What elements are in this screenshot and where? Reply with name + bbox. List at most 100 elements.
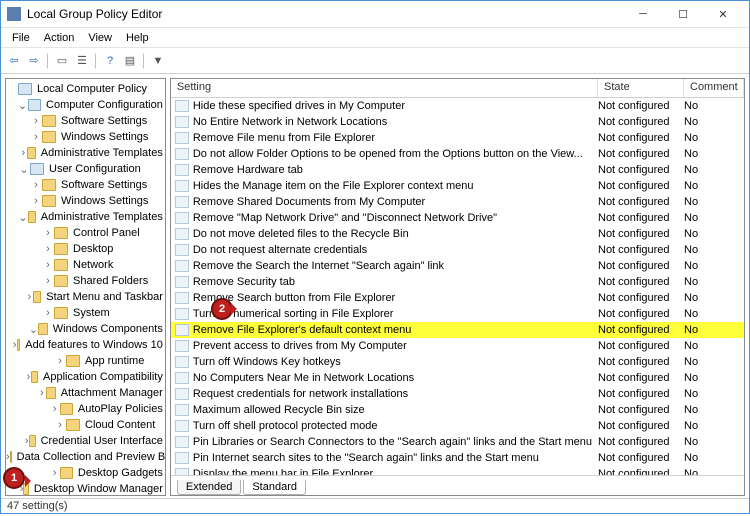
twist-icon[interactable]: › bbox=[26, 291, 33, 303]
list-row[interactable]: No Entire Network in Network LocationsNo… bbox=[171, 114, 744, 130]
tree-item[interactable]: › Windows Settings bbox=[6, 129, 165, 145]
twist-icon[interactable]: ⌄ bbox=[29, 323, 38, 336]
folder-icon bbox=[28, 211, 36, 223]
close-button[interactable]: ✕ bbox=[703, 2, 743, 27]
list-row[interactable]: Turn off numerical sorting in File Explo… bbox=[171, 306, 744, 322]
tree-item[interactable]: ›Start Menu and Taskbar bbox=[6, 289, 165, 305]
list-row[interactable]: Do not allow Folder Options to be opened… bbox=[171, 146, 744, 162]
list-row[interactable]: Remove Shared Documents from My Computer… bbox=[171, 194, 744, 210]
twist-icon[interactable]: ⌄ bbox=[18, 211, 27, 224]
tree-item[interactable]: ›App runtime bbox=[6, 353, 165, 369]
twist-icon[interactable]: › bbox=[30, 179, 42, 191]
list-row[interactable]: Turn off Windows Key hotkeysNot configur… bbox=[171, 354, 744, 370]
twist-icon[interactable]: › bbox=[38, 387, 46, 399]
setting-icon bbox=[175, 452, 189, 464]
menu-action[interactable]: Action bbox=[37, 30, 82, 46]
maximize-button[interactable]: ☐ bbox=[663, 2, 703, 27]
twist-icon[interactable]: ⌄ bbox=[18, 163, 30, 176]
twist-icon[interactable]: › bbox=[30, 195, 42, 207]
twist-icon[interactable]: › bbox=[54, 355, 66, 367]
twist-icon[interactable]: ⌄ bbox=[17, 99, 28, 112]
properties-icon[interactable]: ▤ bbox=[121, 52, 139, 70]
twist-icon[interactable]: › bbox=[20, 147, 27, 159]
twist-icon[interactable]: › bbox=[42, 259, 54, 271]
list-header[interactable]: Setting State Comment bbox=[171, 79, 744, 98]
col-setting[interactable]: Setting bbox=[171, 79, 598, 97]
tree-item[interactable]: ›Shared Folders bbox=[6, 273, 165, 289]
twist-icon[interactable]: › bbox=[54, 419, 66, 431]
list-row[interactable]: Hides the Manage item on the File Explor… bbox=[171, 178, 744, 194]
list-row[interactable]: Remove Hardware tabNot configuredNo bbox=[171, 162, 744, 178]
back-button[interactable]: ⇦ bbox=[5, 52, 23, 70]
tree-item[interactable]: ›Windows Settings bbox=[6, 193, 165, 209]
tree-item[interactable]: ›Desktop bbox=[6, 241, 165, 257]
list-row[interactable]: Request credentials for network installa… bbox=[171, 386, 744, 402]
setting-state: Not configured bbox=[598, 228, 684, 240]
list-row[interactable]: Display the menu bar in File ExplorerNot… bbox=[171, 466, 744, 475]
tree-item[interactable]: ›Network bbox=[6, 257, 165, 273]
setting-comment: No bbox=[684, 436, 744, 448]
list-row[interactable]: Turn off shell protocol protected modeNo… bbox=[171, 418, 744, 434]
twist-icon[interactable]: › bbox=[42, 243, 54, 255]
list-row[interactable]: Hide these specified drives in My Comput… bbox=[171, 98, 744, 114]
list-row[interactable]: Remove Search button from File ExplorerN… bbox=[171, 290, 744, 306]
tree-item[interactable]: ›Application Compatibility bbox=[6, 369, 165, 385]
forward-button[interactable]: ⇨ bbox=[25, 52, 43, 70]
tree-item[interactable]: ›Data Collection and Preview Builds bbox=[6, 449, 165, 465]
list-row[interactable]: Pin Internet search sites to the "Search… bbox=[171, 450, 744, 466]
col-comment[interactable]: Comment bbox=[684, 79, 744, 97]
list-row[interactable]: No Computers Near Me in Network Location… bbox=[171, 370, 744, 386]
tree-item[interactable]: ›Software Settings bbox=[6, 177, 165, 193]
twist-icon[interactable]: › bbox=[30, 115, 42, 127]
list-row[interactable]: Remove Security tabNot configuredNo bbox=[171, 274, 744, 290]
list-row[interactable]: Prevent access to drives from My Compute… bbox=[171, 338, 744, 354]
tree-item[interactable]: ›Control Panel bbox=[6, 225, 165, 241]
col-state[interactable]: State bbox=[598, 79, 684, 97]
list-row[interactable]: Remove File Explorer's default context m… bbox=[171, 322, 744, 338]
tree-item[interactable]: ⌄Computer Configuration bbox=[6, 97, 165, 113]
list-row[interactable]: Pin Libraries or Search Connectors to th… bbox=[171, 434, 744, 450]
twist-icon[interactable]: › bbox=[13, 339, 17, 351]
list-row[interactable]: Remove the Search the Internet "Search a… bbox=[171, 258, 744, 274]
list-row[interactable]: Do not move deleted files to the Recycle… bbox=[171, 226, 744, 242]
list-row[interactable]: Remove "Map Network Drive" and "Disconne… bbox=[171, 210, 744, 226]
list-icon[interactable]: ☰ bbox=[73, 52, 91, 70]
tab-extended[interactable]: Extended bbox=[177, 480, 241, 495]
menu-help[interactable]: Help bbox=[119, 30, 156, 46]
folder-icon bbox=[60, 467, 73, 479]
tree-item[interactable]: ›AutoPlay Policies bbox=[6, 401, 165, 417]
setting-name: Prevent access to drives from My Compute… bbox=[193, 340, 598, 352]
help-button[interactable]: ? bbox=[101, 52, 119, 70]
tree-item[interactable]: ›Cloud Content bbox=[6, 417, 165, 433]
tree-item[interactable]: ›Credential User Interface bbox=[6, 433, 165, 449]
tree-item[interactable]: ›Software Settings bbox=[6, 113, 165, 129]
settings-list[interactable]: Setting State Comment Hide these specifi… bbox=[171, 79, 744, 475]
folder-up-icon[interactable]: ▭ bbox=[53, 52, 71, 70]
list-row[interactable]: Remove File menu from File ExplorerNot c… bbox=[171, 130, 744, 146]
minimize-button[interactable]: ─ bbox=[623, 2, 663, 27]
menu-view[interactable]: View bbox=[81, 30, 119, 46]
twist-icon[interactable]: › bbox=[42, 307, 54, 319]
list-row[interactable]: Maximum allowed Recycle Bin sizeNot conf… bbox=[171, 402, 744, 418]
menu-file[interactable]: File bbox=[5, 30, 37, 46]
tab-standard[interactable]: Standard bbox=[243, 480, 306, 495]
tree-item[interactable]: ›System bbox=[6, 305, 165, 321]
twist-icon[interactable]: › bbox=[30, 131, 42, 143]
list-row[interactable]: Do not request alternate credentialsNot … bbox=[171, 242, 744, 258]
tree-label: Administrative Templates bbox=[39, 211, 165, 223]
tree-item[interactable]: ›Attachment Manager bbox=[6, 385, 165, 401]
tree-item[interactable]: ⌄User Configuration bbox=[6, 161, 165, 177]
twist-icon[interactable]: › bbox=[42, 275, 54, 287]
twist-icon[interactable]: › bbox=[49, 467, 60, 479]
setting-comment: No bbox=[684, 132, 744, 144]
tree-item[interactable]: ⌄ Administrative Templates bbox=[6, 209, 165, 225]
twist-icon[interactable]: › bbox=[49, 403, 60, 415]
tree-item[interactable]: ›Administrative Templates bbox=[6, 145, 165, 161]
filter-icon[interactable]: ▼ bbox=[149, 52, 167, 70]
tree-item[interactable]: Local Computer Policy bbox=[6, 81, 165, 97]
tree-label: Windows Settings bbox=[59, 131, 150, 143]
tree-panel[interactable]: Local Computer Policy⌄Computer Configura… bbox=[5, 78, 166, 496]
tree-item[interactable]: ⌄Windows Components bbox=[6, 321, 165, 337]
tree-item[interactable]: ›Add features to Windows 10 bbox=[6, 337, 165, 353]
twist-icon[interactable]: › bbox=[42, 227, 54, 239]
